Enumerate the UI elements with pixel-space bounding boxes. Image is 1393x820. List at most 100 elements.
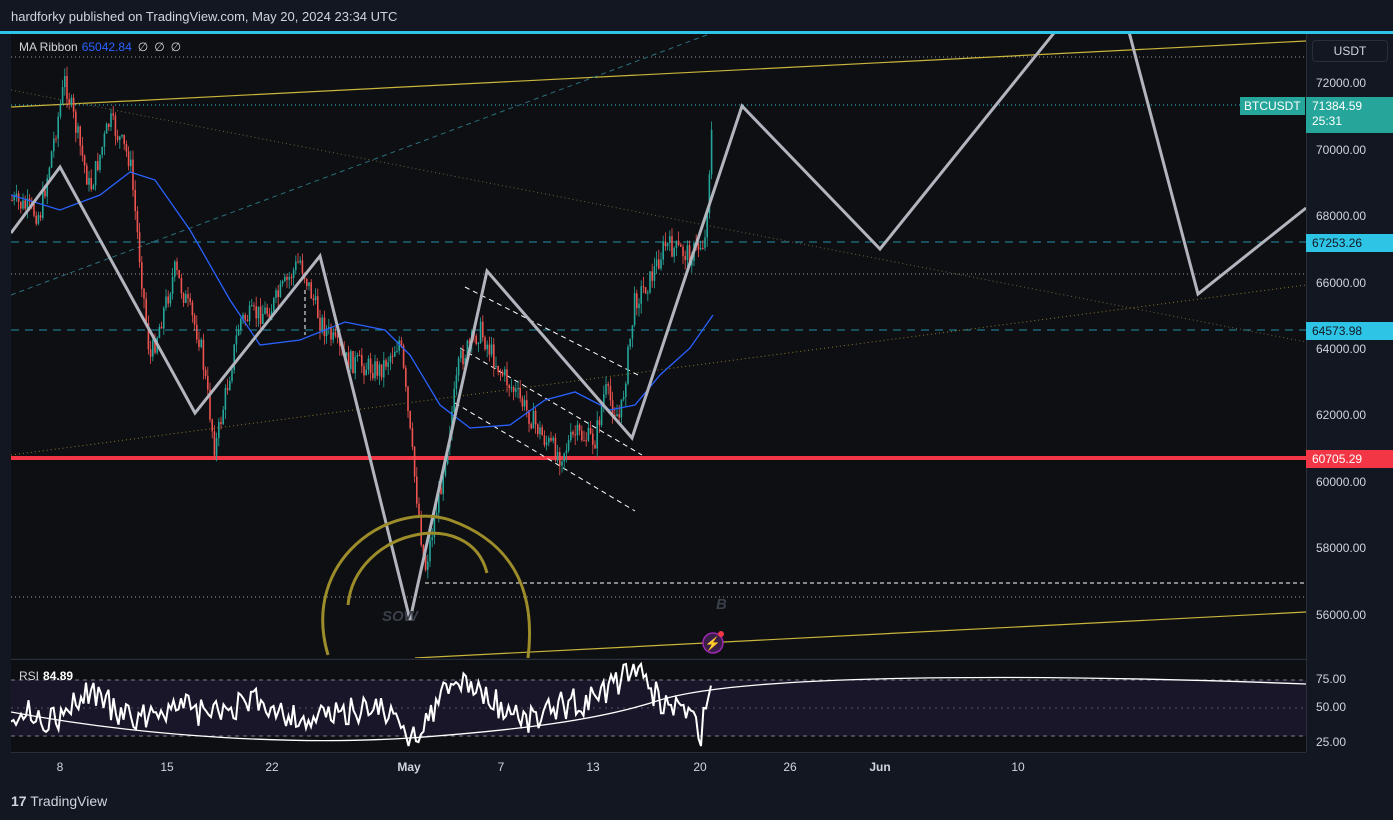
candle-body: [552, 437, 554, 441]
footer: 17 TradingView: [0, 780, 1393, 820]
candle-body: [77, 126, 79, 133]
candle-body: [510, 387, 513, 389]
candle-body: [407, 386, 409, 412]
candle-body: [224, 388, 227, 410]
candle-body: [658, 259, 660, 269]
candle-body: [534, 410, 537, 425]
candle-body: [163, 307, 165, 329]
candle-body: [330, 326, 332, 340]
candle-body: [11, 200, 13, 201]
indicator-legend[interactable]: MA Ribbon 65042.84 ∅ ∅ ∅: [19, 40, 181, 54]
candle-body: [627, 346, 629, 384]
trend-line[interactable]: [11, 89, 1306, 343]
candle-body: [259, 306, 262, 325]
candle-body: [299, 260, 301, 263]
candle-body: [561, 461, 563, 466]
candle-body: [587, 427, 590, 441]
highlight-arc[interactable]: [346, 531, 489, 606]
highlight-arc[interactable]: [321, 514, 532, 658]
candle-body: [369, 358, 372, 374]
trend-line[interactable]: [11, 40, 1306, 108]
candle-body: [176, 261, 178, 271]
candle-body: [583, 440, 585, 442]
candle-body: [457, 358, 460, 376]
channel-line[interactable]: [464, 286, 641, 377]
candle-body: [497, 365, 499, 372]
candle-body: [116, 136, 119, 140]
candle-body: [134, 189, 136, 212]
alert-dot: [718, 631, 724, 637]
candle-body: [526, 400, 528, 411]
price-tick-label: 62000.00: [1316, 408, 1367, 422]
candle-body: [35, 215, 37, 224]
candle-body: [651, 271, 653, 281]
candle-body: [537, 424, 539, 435]
candle-body: [297, 261, 299, 263]
candle-body: [607, 384, 609, 386]
candle-body: [350, 351, 352, 370]
candle-body: [105, 123, 108, 134]
candle-body: [83, 155, 86, 166]
candle-body: [662, 241, 664, 260]
candle-body: [358, 355, 361, 357]
price-tick-label: 60000.00: [1316, 475, 1367, 489]
candle-body: [453, 388, 455, 412]
candle-body: [488, 344, 491, 355]
candle-body: [372, 373, 374, 379]
candle-body: [515, 389, 517, 392]
b-annotation[interactable]: B: [716, 596, 727, 613]
candle-body: [279, 283, 282, 298]
candle-body: [99, 154, 101, 170]
candle-body: [72, 97, 75, 112]
candle-body: [592, 433, 594, 445]
candle-body: [504, 369, 506, 376]
candle-body: [246, 319, 249, 322]
candle-body: [380, 364, 383, 378]
bar-countdown: 25:31: [1312, 114, 1343, 128]
candle-body: [169, 293, 172, 304]
price-tick-label: 70000.00: [1316, 143, 1367, 157]
candle-body: [642, 286, 645, 288]
candle-body: [44, 190, 46, 197]
candle-body: [490, 344, 493, 355]
candle-body: [640, 286, 642, 304]
candle-body: [255, 306, 257, 319]
sow-annotation[interactable]: SOW: [382, 608, 418, 625]
candle-body: [240, 318, 242, 330]
candle-body: [405, 367, 407, 387]
candle-body: [618, 414, 620, 418]
candle-body: [332, 332, 334, 340]
candle-body: [211, 419, 213, 432]
trend-line[interactable]: [11, 30, 720, 296]
candle-body: [385, 360, 387, 367]
candle-body: [352, 351, 354, 374]
currency-button[interactable]: USDT: [1312, 40, 1388, 62]
candle-body: [103, 133, 106, 148]
candle-body: [277, 290, 279, 298]
candle-body: [75, 111, 77, 133]
candle-body: [244, 314, 246, 320]
candle-body: [479, 321, 482, 343]
candle-body: [231, 370, 233, 382]
candle-body: [262, 313, 264, 325]
candle-body: [649, 271, 651, 293]
candle-body: [429, 540, 431, 562]
chart-drawing: ⚡: [11, 28, 1306, 747]
candle-body: [180, 278, 183, 294]
candle-body: [669, 236, 671, 244]
candle-body: [541, 427, 543, 436]
rsi-legend[interactable]: RSI 84.89: [19, 669, 73, 683]
tradingview-logo[interactable]: 17 TradingView: [11, 793, 107, 809]
lightning-icon: ⚡: [705, 636, 721, 652]
trend-line[interactable]: [414, 611, 1306, 658]
candle-body: [220, 421, 222, 425]
candle-body: [226, 388, 229, 391]
candle-body: [165, 296, 167, 308]
candle-body: [682, 246, 684, 257]
candle-body: [655, 259, 658, 267]
candle-body: [702, 247, 704, 249]
candle-body: [149, 349, 152, 357]
candle-body: [673, 247, 675, 257]
candle-body: [22, 200, 24, 209]
projection-zigzag[interactable]: [11, 28, 1306, 621]
